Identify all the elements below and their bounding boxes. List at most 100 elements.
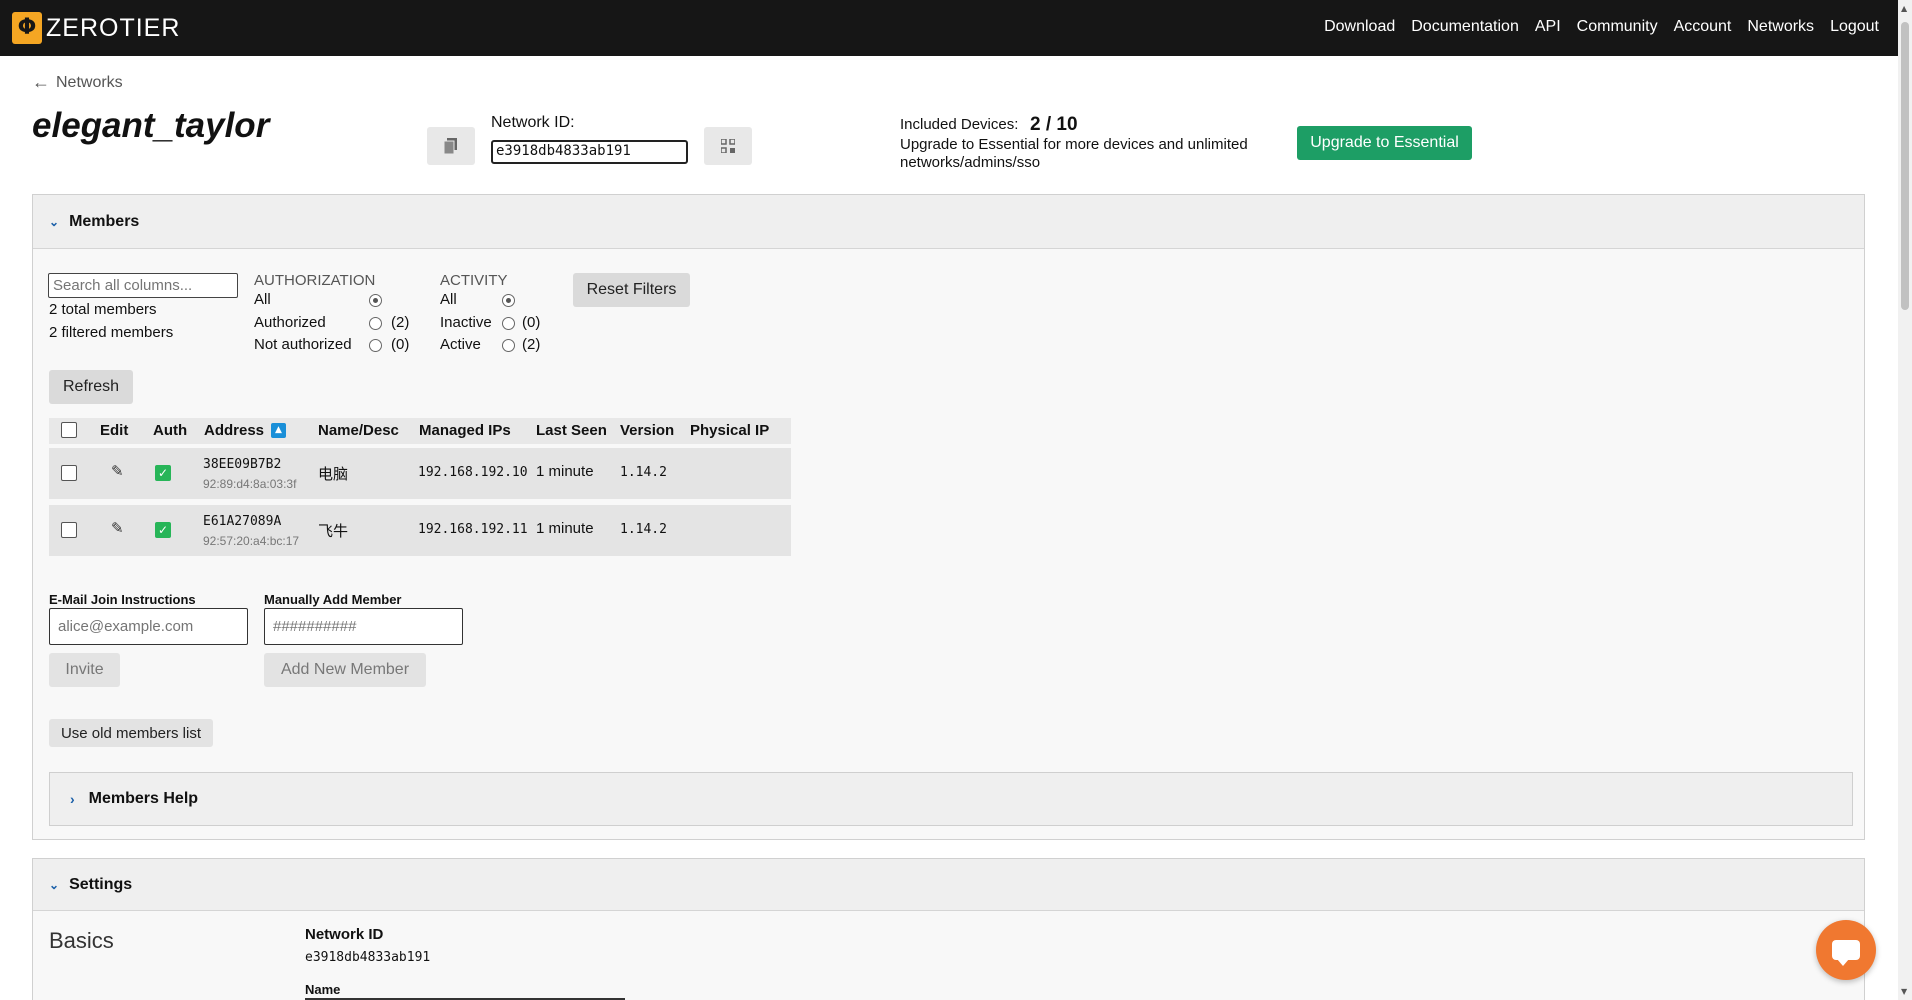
nav-logout[interactable]: Logout: [1830, 18, 1879, 36]
chat-widget-button[interactable]: [1816, 920, 1876, 980]
copy-network-id-button[interactable]: [427, 127, 475, 165]
network-id-field[interactable]: e3918db4833ab191: [491, 140, 688, 164]
members-panel-header[interactable]: ⌄ Members: [33, 195, 1864, 249]
qr-code-icon: [721, 139, 735, 153]
manual-add-label: Manually Add Member: [264, 592, 402, 607]
members-title: Members: [69, 212, 140, 230]
settings-name-label: Name: [305, 982, 341, 997]
row-select-checkbox[interactable]: [61, 465, 77, 481]
activity-filter-active-radio[interactable]: [502, 339, 515, 352]
members-search-input[interactable]: [48, 273, 238, 298]
member-last-seen: 1 minute: [536, 463, 594, 480]
chat-icon: [1832, 940, 1860, 966]
basics-heading: Basics: [49, 928, 114, 953]
old-members-list-button[interactable]: Use old members list: [49, 719, 213, 747]
chevron-down-icon: ⌄: [49, 214, 60, 229]
table-row: ✎ ✓ E61A27089A 92:57:20:a4:bc:17 飞牛 192.…: [49, 505, 791, 556]
activity-heading: ACTIVITY: [440, 272, 508, 289]
nav-api[interactable]: API: [1535, 18, 1561, 36]
auth-filter-authorized-count: (2): [391, 314, 410, 331]
reset-filters-button[interactable]: Reset Filters: [573, 273, 690, 307]
upgrade-description: Upgrade to Essential for more devices an…: [900, 136, 1248, 171]
col-physical-ip: Physical IP: [690, 422, 770, 439]
activity-filter-all-label: All: [440, 291, 457, 308]
col-auth: Auth: [153, 422, 188, 439]
add-new-member-button[interactable]: Add New Member: [264, 653, 426, 687]
activity-filter-all-radio[interactable]: [502, 294, 515, 307]
authorization-heading: AUTHORIZATION: [254, 272, 376, 289]
activity-filter-inactive-label: Inactive: [440, 314, 492, 331]
row-select-checkbox[interactable]: [61, 522, 77, 538]
member-mac: 92:89:d4:8a:03:3f: [203, 477, 297, 491]
nav-community[interactable]: Community: [1577, 18, 1658, 36]
settings-network-id-label: Network ID: [305, 926, 384, 943]
scroll-thumb[interactable]: [1901, 22, 1909, 310]
top-navbar: Φ ZEROTIER Download Documentation API Co…: [0, 0, 1912, 56]
member-last-seen: 1 minute: [536, 520, 594, 537]
member-mac: 92:57:20:a4:bc:17: [203, 534, 300, 548]
edit-icon[interactable]: ✎: [111, 519, 124, 537]
auth-filter-all-radio[interactable]: [369, 294, 382, 307]
settings-network-id-value: e3918db4833ab191: [305, 950, 431, 965]
member-address: 38EE09B7B2: [203, 457, 282, 472]
invite-button[interactable]: Invite: [49, 653, 120, 687]
col-edit: Edit: [100, 422, 129, 439]
copy-icon: [444, 138, 457, 154]
total-members: 2 total members: [49, 301, 157, 318]
activity-filter-active-label: Active: [440, 336, 481, 353]
col-last-seen: Last Seen: [536, 422, 607, 439]
refresh-button[interactable]: Refresh: [49, 370, 133, 404]
col-address[interactable]: Address: [204, 422, 264, 439]
members-table-header: Edit Auth Address ▲ Name/Desc Managed IP…: [49, 418, 791, 444]
auth-checkbox-checkmark-icon[interactable]: ✓: [155, 465, 171, 481]
email-join-input[interactable]: [49, 608, 248, 645]
back-link-label: Networks: [56, 73, 123, 91]
chevron-right-icon: ›: [70, 791, 75, 807]
nav-download[interactable]: Download: [1324, 18, 1395, 36]
nav-networks[interactable]: Networks: [1747, 18, 1814, 36]
member-name[interactable]: 飞牛: [318, 520, 348, 541]
network-name: elegant_taylor: [32, 106, 270, 145]
chevron-down-icon: ⌄: [49, 877, 60, 892]
member-name[interactable]: 电脑: [318, 463, 348, 484]
auth-filter-not-authorized-radio[interactable]: [369, 339, 382, 352]
table-row: ✎ ✓ 38EE09B7B2 92:89:d4:8a:03:3f 电脑 192.…: [49, 448, 791, 499]
nav-links: Download Documentation API Community Acc…: [1324, 18, 1879, 36]
activity-filter-inactive-count: (0): [522, 314, 541, 331]
upgrade-button[interactable]: Upgrade to Essential: [1297, 126, 1472, 160]
arrow-left-icon: ←: [32, 72, 50, 92]
settings-title: Settings: [69, 875, 133, 893]
col-name-desc: Name/Desc: [318, 422, 399, 439]
col-version: Version: [620, 422, 675, 439]
manual-add-input[interactable]: [264, 608, 463, 645]
email-join-label: E-Mail Join Instructions: [49, 592, 196, 607]
auth-checkbox-checkmark-icon[interactable]: ✓: [155, 522, 171, 538]
page-scrollbar[interactable]: ▲ ▼: [1898, 0, 1912, 1000]
network-id-label: Network ID:: [491, 114, 575, 131]
auth-filter-not-authorized-count: (0): [391, 336, 410, 353]
scroll-down-icon[interactable]: ▼: [1901, 987, 1907, 996]
sort-up-icon[interactable]: ▲: [271, 423, 286, 438]
settings-panel-header[interactable]: ⌄ Settings: [33, 859, 1864, 911]
member-version: 1.14.2: [620, 522, 667, 537]
back-to-networks-link[interactable]: ← Networks: [32, 72, 123, 93]
member-address: E61A27089A: [203, 514, 282, 529]
auth-filter-all-label: All: [254, 291, 271, 308]
filtered-members: 2 filtered members: [49, 324, 174, 341]
activity-filter-inactive-radio[interactable]: [502, 317, 515, 330]
scroll-up-icon[interactable]: ▲: [1901, 4, 1907, 13]
nav-documentation[interactable]: Documentation: [1411, 18, 1519, 36]
zerotier-logo[interactable]: Φ ZEROTIER: [12, 12, 180, 44]
member-version: 1.14.2: [620, 465, 667, 480]
auth-filter-authorized-radio[interactable]: [369, 317, 382, 330]
logo-mark-icon: Φ: [12, 12, 42, 44]
members-help-panel[interactable]: › Members Help: [49, 772, 1853, 826]
auth-filter-authorized-label: Authorized: [254, 314, 326, 331]
nav-account[interactable]: Account: [1674, 18, 1732, 36]
qr-code-button[interactable]: [704, 127, 752, 165]
activity-filter-active-count: (2): [522, 336, 541, 353]
col-managed-ips: Managed IPs: [419, 422, 511, 439]
member-managed-ip: 192.168.192.10: [418, 465, 528, 480]
select-all-checkbox[interactable]: [61, 422, 77, 438]
edit-icon[interactable]: ✎: [111, 462, 124, 480]
